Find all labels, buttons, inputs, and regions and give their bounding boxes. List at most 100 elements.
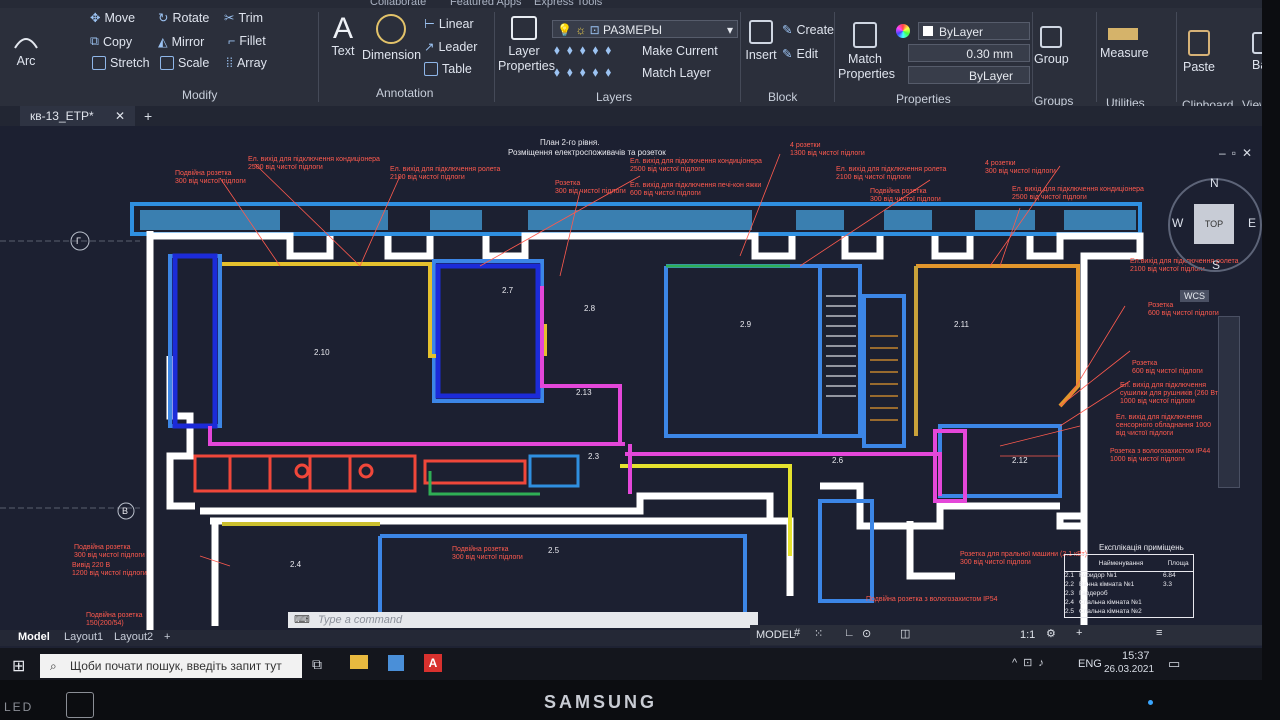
layer-tool-icons-row2[interactable]: ⬧⬧⬧⬧⬧	[554, 64, 618, 80]
panel-modify[interactable]: Modify	[182, 88, 217, 102]
table-row: 2.1 Коридор №1 6.84	[1065, 572, 1193, 581]
layer-tool-icons[interactable]: ⬧⬧⬧⬧⬧	[554, 42, 618, 58]
drawing-canvas[interactable]: –▫✕ План 2-го рівня. Розміщення електрос…	[0, 126, 1262, 630]
annotation-note: Ел. вихід для підключення кондиціонера 2…	[630, 158, 762, 173]
snap-icon[interactable]: ⁙	[814, 627, 823, 640]
grid-icon[interactable]: #	[794, 627, 800, 639]
rotate-icon: ↻	[158, 11, 169, 25]
match-properties-button[interactable]: Match Properties	[838, 22, 895, 82]
annotation-note: Ел. вихід для підключення кондиціонера 2…	[248, 156, 380, 171]
gear-icon[interactable]: ⚙	[1046, 627, 1056, 640]
dimension-button[interactable]: Dimension	[362, 14, 421, 63]
linear-icon: ⊢	[424, 17, 435, 31]
viewcube-top-face[interactable]: TOP	[1194, 204, 1234, 244]
layer-properties-button[interactable]: Layer Properties	[498, 16, 555, 74]
wcs-menu[interactable]: WCS	[1180, 290, 1209, 302]
osnap-icon[interactable]: ◫	[900, 627, 910, 640]
trim-button[interactable]: ✂ Trim	[224, 10, 263, 26]
task-view-icon[interactable]: ⧉	[312, 656, 322, 673]
annotation-note: 4 розетки 1300 від чистої підлоги	[790, 142, 865, 157]
close-icon[interactable]: ✕	[115, 109, 125, 123]
file-explorer-icon[interactable]	[350, 655, 368, 669]
status-bar: MODEL # ⁙ ∟ ⊙ ◫ 1:1 ⚙ + ≡	[750, 625, 1262, 645]
clipboard-icon	[1188, 30, 1210, 56]
tab-express-tools[interactable]: Express Tools	[534, 0, 602, 8]
add-layout-icon[interactable]: +	[164, 631, 170, 643]
scale-label: Scale	[178, 56, 210, 70]
app-icon[interactable]	[388, 655, 404, 671]
layer-dropdown[interactable]: 💡 ☼ ⊡ РАЗМЕРЫ ▾	[552, 20, 738, 38]
language-indicator[interactable]: ENG	[1078, 658, 1102, 670]
clock-date[interactable]: 26.03.2021	[1104, 664, 1154, 675]
notification-icon[interactable]: ▭	[1168, 656, 1180, 672]
scale-button[interactable]: Scale	[160, 56, 209, 70]
panel-block[interactable]: Block	[768, 90, 797, 104]
make-current-button[interactable]: Make Current	[642, 44, 718, 58]
move-icon: ✥	[90, 11, 101, 25]
new-tab-icon[interactable]: +	[144, 108, 152, 124]
hamburger-icon[interactable]: ≡	[1156, 627, 1162, 639]
create-block-button[interactable]: ✎ Create	[782, 22, 834, 38]
table-cell: Спальна кімната №2	[1079, 608, 1142, 615]
clock-time[interactable]: 15:37	[1122, 650, 1150, 662]
table-row: 2.5 Спальна кімната №2	[1065, 608, 1193, 617]
text-button[interactable]: A Text	[326, 14, 360, 59]
linear-button[interactable]: ⊢ Linear	[424, 16, 474, 32]
sun-icon: ☼	[575, 23, 587, 37]
stretch-button[interactable]: Stretch	[92, 56, 150, 70]
table-button[interactable]: Table	[424, 62, 472, 76]
tab-layout2[interactable]: Layout2	[114, 631, 153, 643]
explication-col-name: Найменування	[1098, 559, 1144, 567]
array-button[interactable]: ⁞⁞ Array	[226, 56, 267, 70]
rotate-button[interactable]: ↻ Rotate	[158, 10, 209, 26]
plus-icon[interactable]: +	[1076, 627, 1082, 639]
viewcube[interactable]: N W E S TOP	[1168, 176, 1262, 272]
mirror-button[interactable]: ◭ Mirror	[158, 34, 204, 50]
polar-icon[interactable]: ⊙	[862, 627, 871, 640]
match-layer-button[interactable]: Match Layer	[642, 66, 711, 80]
command-line[interactable]: ⌨ Type a command	[288, 612, 758, 628]
edit-block-button[interactable]: ✎ Edit	[782, 46, 818, 62]
insert-block-icon	[749, 20, 773, 44]
panel-layers[interactable]: Layers	[596, 90, 632, 104]
copy-button[interactable]: ⧉ Copy	[90, 34, 132, 49]
group-label: Group	[1034, 52, 1069, 66]
model-space-button[interactable]: MODEL	[756, 629, 795, 641]
fillet-button[interactable]: ⌐ Fillet	[228, 34, 266, 48]
file-tab[interactable]: кв-13_ЕТР* ✕	[20, 106, 136, 126]
table-row: 2.4 Спальна кімната №1	[1065, 599, 1193, 608]
ribbon: Arc ✥ Move ↻ Rotate ✂ Trim ⧉ Copy ◭ Mirror ⌐ F…	[0, 8, 1262, 112]
panel-properties[interactable]: Properties	[896, 92, 951, 106]
tab-layout1[interactable]: Layout1	[64, 631, 103, 643]
tab-collaborate[interactable]: Collaborate	[370, 0, 426, 8]
stretch-icon	[92, 56, 106, 70]
leader-button[interactable]: ↗ Leader	[424, 39, 477, 55]
tray-icons[interactable]: ^⊡♪	[1012, 656, 1050, 669]
array-label: Array	[236, 56, 267, 70]
table-cell	[1163, 608, 1193, 617]
lightbulb-icon: 💡	[557, 23, 572, 37]
monitor-brand: SAMSUNG	[544, 692, 658, 712]
navigation-bar[interactable]	[1218, 316, 1240, 488]
group-button[interactable]: Group	[1034, 26, 1069, 67]
color-value: ByLayer	[939, 25, 984, 39]
measure-button[interactable]: Measure	[1100, 28, 1149, 61]
ortho-icon[interactable]: ∟	[844, 627, 855, 639]
taskbar-search[interactable]: ⌕ Щоби почати пошук, введіть запит тут	[40, 654, 302, 678]
insert-button[interactable]: Insert	[744, 20, 778, 63]
move-button[interactable]: ✥ Move	[90, 10, 135, 26]
explication-col-area: Площа	[1167, 559, 1189, 567]
base-button[interactable]: Base	[1252, 32, 1262, 73]
annotation-scale[interactable]: 1:1	[1020, 629, 1035, 641]
lineweight-dropdown[interactable]: 0.30 mm	[908, 44, 1030, 62]
windows-start-icon[interactable]: ⊞	[12, 656, 25, 676]
autocad-icon[interactable]: A	[424, 654, 442, 672]
tab-featured-apps[interactable]: Featured Apps	[450, 0, 522, 8]
paste-button[interactable]: Paste	[1180, 30, 1218, 75]
color-dropdown[interactable]: ByLayer	[918, 22, 1030, 40]
arc-button[interactable]: Arc	[8, 34, 44, 69]
tab-model[interactable]: Model	[18, 631, 50, 643]
annotation-note: Розетка 600 від чистої підлоги	[1132, 360, 1203, 375]
panel-annotation[interactable]: Annotation	[376, 86, 433, 100]
linetype-dropdown[interactable]: ByLayer	[908, 66, 1030, 84]
